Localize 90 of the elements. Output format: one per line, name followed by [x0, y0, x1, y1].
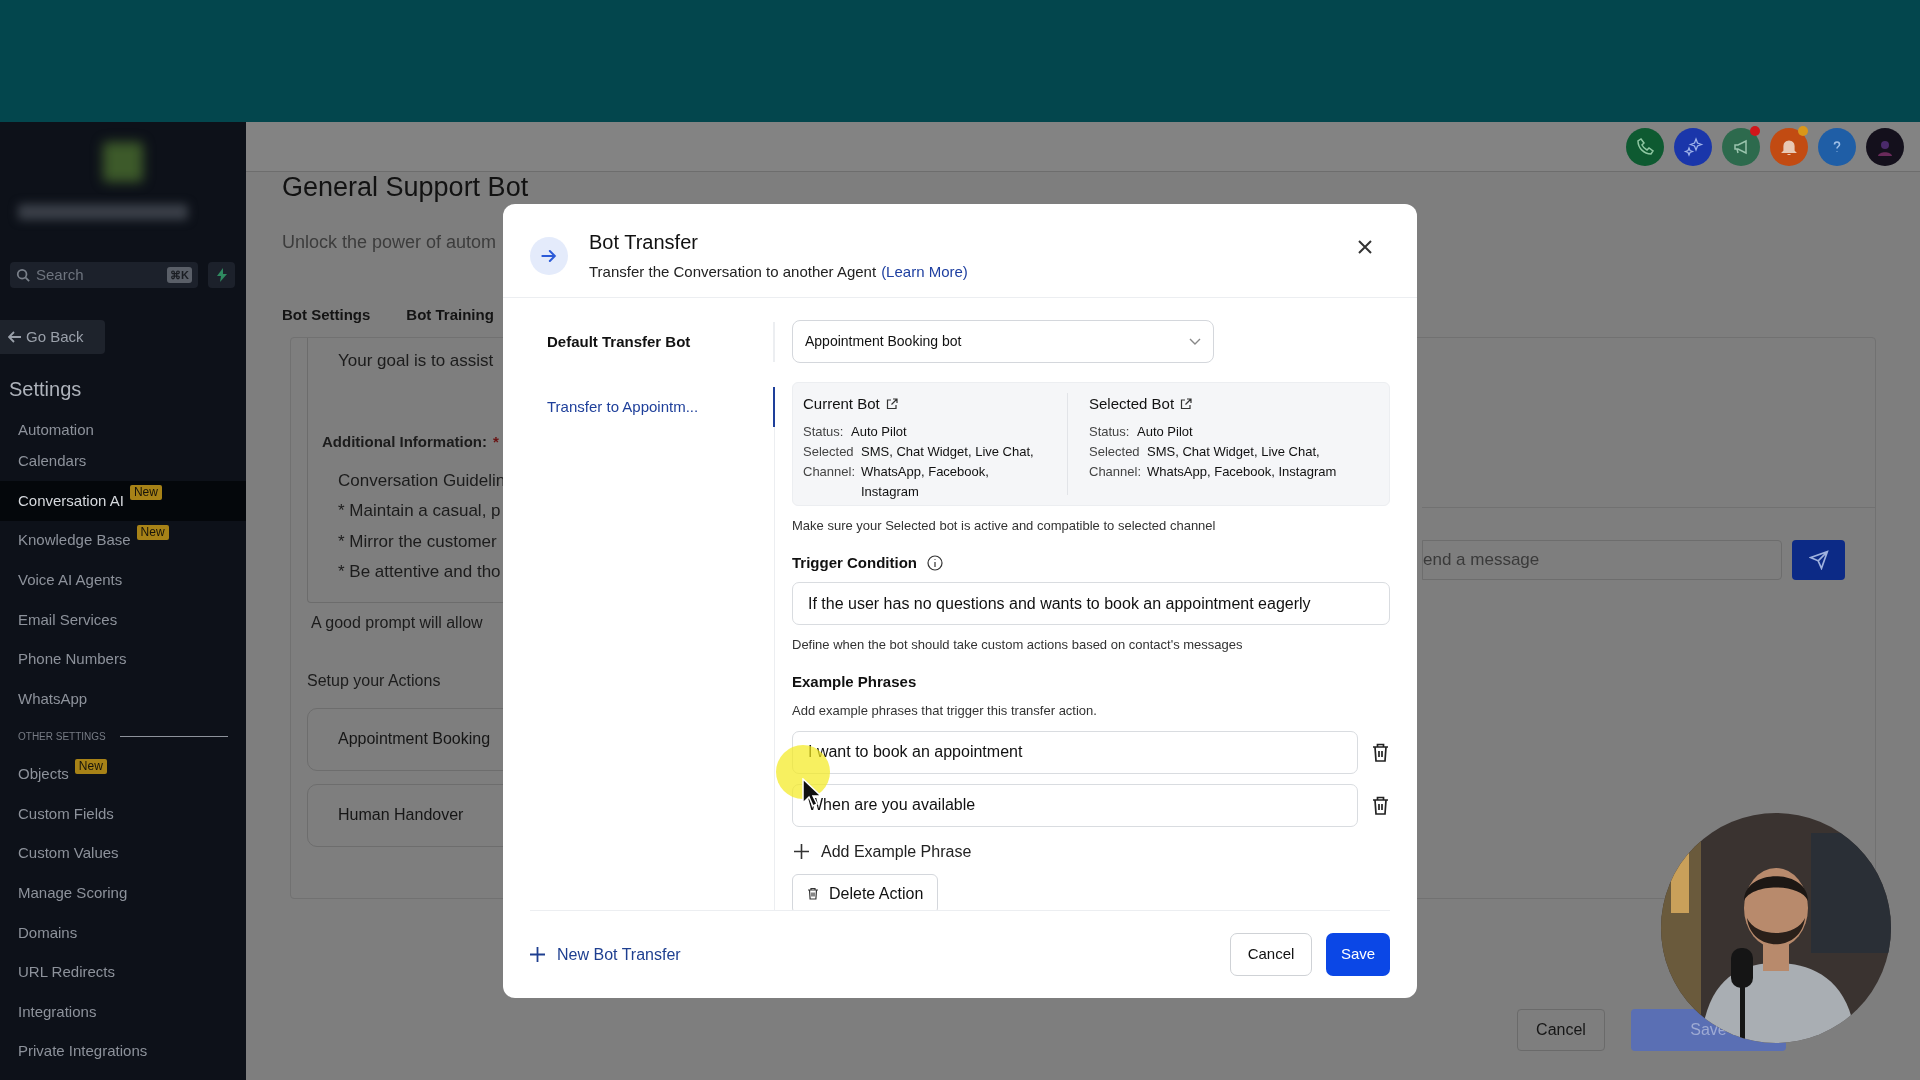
- section-heading: Setup your Actions: [307, 670, 441, 691]
- close-icon: [1358, 240, 1372, 254]
- field-value: SMS, Chat Widget, Live Chat, WhatsApp, Facebook, Instagram: [861, 442, 1035, 501]
- field-label: Additional Information:: [322, 432, 487, 452]
- field-label: Status:: [803, 422, 845, 441]
- sidebar-item[interactable]: Conversation AI New: [0, 481, 246, 521]
- go-back-button[interactable]: Go Back: [0, 320, 105, 354]
- field-label: Status:: [1089, 422, 1131, 441]
- cancel-button[interactable]: Cancel: [1230, 933, 1312, 976]
- chevron-down-icon: [1189, 337, 1201, 346]
- cancel-button[interactable]: Cancel: [1517, 1008, 1605, 1051]
- lightning-button[interactable]: [208, 262, 235, 288]
- avatar[interactable]: [1866, 127, 1904, 166]
- delete-action-button[interactable]: Delete Action: [792, 873, 939, 910]
- send-button[interactable]: [1792, 539, 1845, 580]
- prompt-line: Conversation Guidelin: [338, 469, 506, 492]
- bot-title: Selected Bot: [1089, 394, 1175, 414]
- sidebar-item[interactable]: Email Services: [0, 599, 246, 640]
- shortcut-key: ⌘K: [167, 266, 192, 284]
- phrase-field[interactable]: I want to book an appointment: [792, 730, 1358, 774]
- section-label: OTHER SETTINGS: [18, 730, 106, 745]
- new-badge: New: [74, 758, 107, 774]
- page-subtitle: Unlock the power of autom: [282, 231, 497, 254]
- trash-icon: [1371, 795, 1389, 815]
- sidebar-item[interactable]: Integrations: [0, 992, 246, 1032]
- trash-icon: [1371, 742, 1389, 762]
- sidebar-item[interactable]: URL Redirects: [0, 952, 246, 993]
- external-link-icon: [885, 398, 898, 411]
- delete-button[interactable]: [1370, 741, 1390, 763]
- settings-heading: Settings: [9, 377, 83, 402]
- bot-title: Current Bot: [803, 394, 880, 414]
- new-bot-transfer-button[interactable]: New Bot Transfer: [530, 942, 681, 967]
- field-label: Selected Channel:: [803, 442, 857, 481]
- prompt-text: Your goal is to assist: [337, 349, 494, 372]
- sidebar-item[interactable]: Automation: [0, 402, 246, 442]
- sidebar-item[interactable]: Manage Scoring: [0, 873, 246, 914]
- search-icon: [16, 268, 30, 282]
- helper-text: Add example phrases that trigger this transfer action.: [792, 702, 1097, 720]
- field-value: Auto Pilot: [1137, 422, 1193, 441]
- search-field[interactable]: Search ⌘K: [10, 262, 198, 288]
- dialog-title: Bot Transfer: [589, 230, 698, 255]
- learn-more-link[interactable]: (Learn More): [881, 261, 968, 284]
- sidebar-item[interactable]: Calendars: [0, 441, 246, 482]
- external-link-icon: [1180, 398, 1193, 411]
- dialog-subtitle: Transfer the Conversation to another Agent: [589, 262, 877, 282]
- sparkle-button[interactable]: [1674, 127, 1712, 166]
- delete-button[interactable]: [1370, 794, 1390, 816]
- sidebar-item[interactable]: Knowledge Base New: [0, 520, 246, 561]
- sidebar-item[interactable]: Voice AI Agents: [0, 560, 246, 600]
- nav-item[interactable]: Transfer to Appointm...: [503, 387, 775, 427]
- new-badge: New: [129, 485, 162, 501]
- blurred-logo: [103, 142, 143, 182]
- bot-dropdown[interactable]: Appointment Booking bot: [792, 320, 1214, 363]
- trash-icon: [807, 887, 819, 900]
- sidebar-item[interactable]: Phone Numbers: [0, 639, 246, 680]
- sidebar-item[interactable]: Custom Values: [0, 833, 246, 874]
- save-button[interactable]: Save: [1326, 933, 1390, 976]
- sidebar-item[interactable]: WhatsApp: [0, 679, 246, 719]
- field-label: Selected Channel:: [1089, 442, 1143, 481]
- new-badge: New: [136, 524, 169, 540]
- field-label: Trigger Condition: [792, 552, 917, 573]
- phone-button[interactable]: [1626, 127, 1664, 166]
- plus-icon: [794, 844, 809, 859]
- add-phrase-button[interactable]: Add Example Phrase: [792, 839, 972, 864]
- helper-text: Make sure your Selected bot is active and compatible to selected channel: [792, 517, 1216, 535]
- tab[interactable]: Bot Training: [406, 304, 494, 327]
- sidebar-item[interactable]: Custom Fields: [0, 794, 246, 834]
- field-label: Example Phrases: [792, 671, 917, 692]
- tab[interactable]: Bot Settings: [282, 304, 371, 327]
- field-value: Auto Pilot: [851, 422, 907, 441]
- megaphone-button[interactable]: [1722, 127, 1760, 166]
- sidebar-item[interactable]: Objects New: [0, 754, 246, 795]
- plus-icon: [530, 947, 545, 962]
- lightning-icon: [215, 268, 228, 282]
- page-title: General Support Bot: [282, 172, 529, 203]
- prompt-hint: A good prompt will allow: [311, 612, 483, 633]
- info-icon: [927, 554, 943, 571]
- bell-button[interactable]: [1770, 127, 1808, 166]
- prompt-line: * Mirror the customer: [338, 530, 497, 553]
- required-mark: *: [493, 432, 499, 452]
- nav-item[interactable]: Default Transfer Bot: [503, 322, 775, 362]
- helper-text: Define when the bot should take custom actions based on contact's messages: [792, 636, 1243, 654]
- prompt-line: * Maintain a casual, p: [338, 500, 501, 522]
- trigger-field[interactable]: If the user has no questions and wants to book an appointment eagerly: [792, 582, 1390, 625]
- sidebar-item[interactable]: Private Integrations: [0, 1031, 246, 1072]
- sidebar-item[interactable]: Domains: [0, 913, 246, 953]
- field-value: SMS, Chat Widget, Live Chat, WhatsApp, Facebook, Instagram: [1147, 442, 1338, 481]
- prompt-line: * Be attentive and tho: [338, 561, 501, 583]
- arrow-left-icon: [8, 331, 22, 343]
- send-icon: [1808, 549, 1829, 570]
